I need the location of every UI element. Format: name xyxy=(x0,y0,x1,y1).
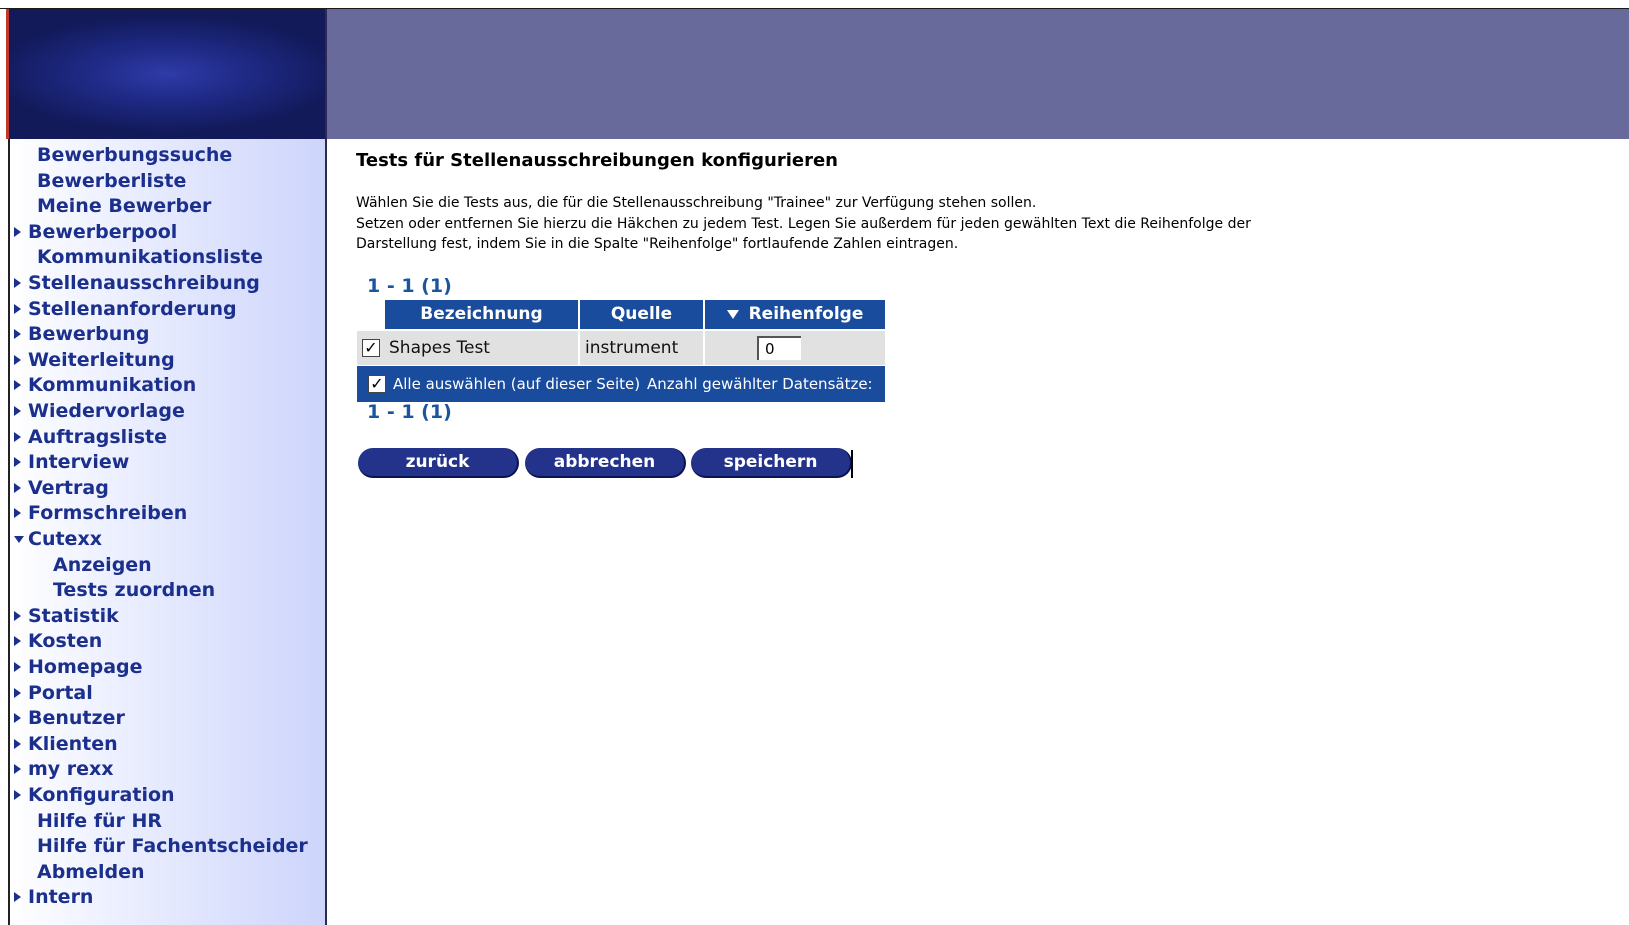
logo-accent-line xyxy=(6,9,9,139)
pager-top: 1 - 1 (1) xyxy=(367,275,452,297)
description-line-2: Setzen oder entfernen Sie hierzu die Häk… xyxy=(356,216,1251,232)
cell-bezeichnung: Shapes Test xyxy=(389,338,490,358)
sidebar-item-label: Hilfe für HR xyxy=(37,809,163,832)
chevron-right-icon xyxy=(14,892,21,903)
sidebar-item-label: Stellenausschreibung xyxy=(28,272,260,294)
chevron-right-icon xyxy=(14,303,21,314)
sidebar-item-label: Klienten xyxy=(28,732,118,755)
column-header-reihenfolge[interactable]: Reihenfolge xyxy=(705,300,885,329)
chevron-right-icon xyxy=(14,662,21,672)
sidebar-item-label: Stellenanforderung xyxy=(28,297,237,320)
sidebar-item-label: Bewerbungssuche xyxy=(37,144,233,166)
sidebar-item-label: Vertrag xyxy=(28,476,109,499)
sidebar-nav: Bewerbungssuche Bewerberliste Meine Bewerb… xyxy=(8,139,325,925)
chevron-right-icon xyxy=(14,713,21,724)
cell-quelle-wrap: instrument xyxy=(580,331,705,365)
page-title: Tests für Stellenausschreibungen konfigu… xyxy=(356,150,839,171)
sidebar-item-label: Kommunikationsliste xyxy=(37,246,263,269)
sidebar-item-label: Cutexx xyxy=(28,528,102,550)
chevron-right-icon xyxy=(14,738,21,749)
chevron-right-icon xyxy=(14,764,21,775)
sidebar-item-label: Intern xyxy=(28,886,94,909)
column-header-reihenfolge-label: Reihenfolge xyxy=(748,304,864,324)
sidebar-item-label: Kommunikation xyxy=(28,374,197,397)
select-all-bar: ✓ Alle auswählen (auf dieser Seite) Anza… xyxy=(357,366,885,429)
table-row: ✓ Shapes Test xyxy=(357,331,580,365)
sidebar-item-label: Kosten xyxy=(28,630,103,653)
chevron-right-icon xyxy=(14,226,21,237)
sidebar-item-label: Abmelden xyxy=(37,860,145,883)
chevron-right-icon xyxy=(14,431,21,442)
chevron-right-icon xyxy=(14,508,21,519)
sidebar-item-label: Interview xyxy=(28,451,130,474)
chevron-right-icon xyxy=(14,482,21,493)
header-band xyxy=(326,9,1629,139)
chevron-right-icon xyxy=(14,790,21,800)
frame-divider xyxy=(325,9,327,925)
pager-bottom: 1 - 1 (1) xyxy=(367,401,452,423)
sort-desc-icon xyxy=(726,309,739,319)
chevron-right-icon xyxy=(14,457,21,468)
column-header-bezeichnung[interactable]: Bezeichnung xyxy=(385,300,580,329)
sidebar-item-label: Statistik xyxy=(28,604,119,627)
chevron-right-icon xyxy=(14,636,21,647)
sidebar-item-label: Homepage xyxy=(28,656,143,678)
chevron-right-icon xyxy=(14,406,21,416)
cell-quelle: instrument xyxy=(585,338,679,358)
chevron-right-icon xyxy=(14,329,21,340)
column-header-quelle[interactable]: Quelle xyxy=(580,300,705,329)
save-button[interactable]: speichern xyxy=(691,448,852,478)
sidebar-item-label: Weiterleitung xyxy=(28,348,175,371)
row-checkbox[interactable]: ✓ xyxy=(362,339,380,357)
sidebar-item-label: Wiedervorlage xyxy=(28,400,185,422)
back-button[interactable]: zurück xyxy=(358,448,519,478)
chevron-right-icon xyxy=(14,380,21,391)
sidebar-item-label: Bewerbung xyxy=(28,323,150,346)
cell-reihenfolge-wrap xyxy=(705,331,885,365)
sidebar-item-label: Portal xyxy=(28,681,93,704)
chevron-right-icon xyxy=(14,610,21,621)
text-cursor xyxy=(851,450,853,478)
chevron-right-icon xyxy=(14,278,21,288)
chevron-right-icon xyxy=(14,354,21,365)
top-frame-line xyxy=(0,0,1629,9)
logo-block xyxy=(8,9,326,139)
selected-count-label: Anzahl gewählter Datensätze: 1 xyxy=(647,375,873,429)
sidebar-item-label: Bewerberliste xyxy=(37,169,187,192)
sidebar-item-label: Anzeigen xyxy=(53,553,152,576)
chevron-down-icon xyxy=(14,536,24,543)
sidebar-item-label: Tests zuordnen xyxy=(53,579,216,602)
sidebar-item-label: Bewerberpool xyxy=(28,220,178,243)
sidebar-item-label: Benutzer xyxy=(28,707,125,730)
sidebar-item-label: Formschreiben xyxy=(28,502,188,525)
sidebar-item-label: my rexx xyxy=(28,758,114,781)
sidebar-item-label: Auftragsliste xyxy=(28,425,167,448)
sidebar-item-label: Hilfe für Fachentscheider xyxy=(37,835,308,858)
chevron-right-icon xyxy=(14,687,21,698)
select-all-label[interactable]: Alle auswählen (auf dieser Seite) xyxy=(393,366,640,402)
sidebar-item-label: Meine Bewerber xyxy=(37,195,212,218)
cancel-button[interactable]: abbrechen xyxy=(525,448,686,478)
reihenfolge-input[interactable] xyxy=(757,336,801,360)
description-line-1: Wählen Sie die Tests aus, die für die St… xyxy=(356,195,1037,211)
description-line-3: Darstellung fest, indem Sie in die Spalt… xyxy=(356,236,959,252)
select-all-checkbox[interactable]: ✓ xyxy=(368,375,386,393)
sidebar-item-label: Konfiguration xyxy=(28,784,175,806)
